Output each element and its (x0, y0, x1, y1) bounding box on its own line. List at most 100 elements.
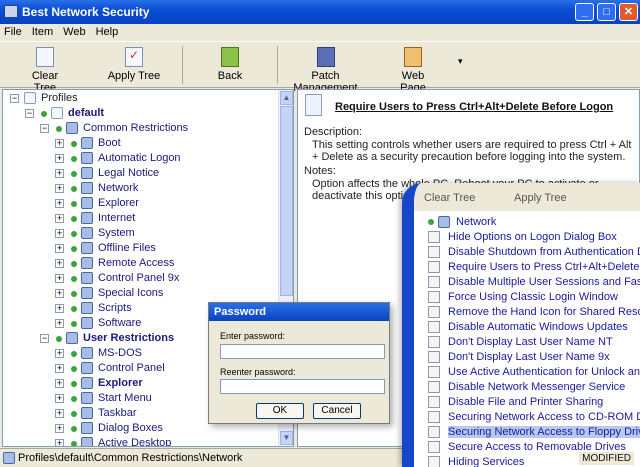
zoomed-apply-tree[interactable]: Apply Tree (514, 192, 567, 204)
checklist-item[interactable]: Disable Automatic Windows Updates (428, 319, 628, 334)
zoomed-clear-tree[interactable]: Clear Tree (424, 192, 475, 204)
expand-icon[interactable]: + (55, 424, 64, 433)
checkbox[interactable] (428, 335, 440, 348)
checkbox[interactable] (428, 305, 440, 318)
expand-icon[interactable]: + (55, 319, 64, 328)
tree-node-label: Start Menu (98, 392, 152, 404)
checkbox[interactable] (428, 350, 440, 363)
checklist-item[interactable]: Disable Network Messenger Service (428, 379, 625, 394)
tree-node[interactable]: + Remote Access (3, 256, 273, 271)
menu-web[interactable]: Web (63, 26, 85, 38)
checkbox[interactable] (428, 455, 440, 467)
checklist-item[interactable]: Disable Multiple User Sessions and Fast … (428, 274, 640, 289)
patch-management-button[interactable]: Patch Management (283, 47, 368, 94)
cancel-button[interactable]: Cancel (313, 403, 361, 419)
expand-icon[interactable]: + (55, 364, 64, 373)
expand-icon[interactable]: + (55, 214, 64, 223)
expand-icon[interactable]: + (55, 379, 64, 388)
menu-file[interactable]: File (4, 26, 22, 38)
minimize-button[interactable]: _ (575, 3, 594, 21)
expand-icon[interactable]: + (55, 409, 64, 418)
checklist-item[interactable]: Don't Display Last User Name 9x (428, 349, 610, 364)
expand-icon[interactable]: + (55, 274, 64, 283)
checklist-item[interactable]: Hiding Services (428, 454, 524, 467)
checklist-item[interactable]: Require Users to Press Ctrl+Alt+Delete B… (428, 259, 640, 274)
close-button[interactable]: ✕ (619, 3, 638, 21)
checkbox[interactable] (428, 425, 440, 438)
scroll-up-button[interactable]: ▲ (280, 91, 293, 105)
setting-title: Require Users to Press Ctrl+Alt+Delete B… (335, 101, 614, 113)
checklist-item[interactable]: Securing Network Access to CD-ROM Drives (428, 409, 640, 424)
tree-node[interactable]: + Network (3, 181, 273, 196)
expand-icon[interactable]: + (55, 394, 64, 403)
tree-node[interactable]: + Active Desktop (3, 436, 273, 446)
expand-icon[interactable]: + (55, 244, 64, 253)
checklist-item[interactable]: Disable Shutdown from Authentication Dia… (428, 244, 640, 259)
expand-icon[interactable]: + (55, 169, 64, 178)
scroll-down-button[interactable]: ▼ (280, 431, 293, 445)
expand-icon[interactable]: + (55, 259, 64, 268)
reenter-password-label: Reenter password: (220, 367, 296, 377)
checkbox[interactable] (428, 245, 440, 258)
expand-icon[interactable]: + (55, 199, 64, 208)
web-page-button[interactable]: Web Page (388, 47, 438, 94)
tree-node-label: User Restrictions (83, 332, 175, 344)
collapse-icon[interactable]: − (40, 124, 49, 133)
tree-node[interactable]: + Explorer (3, 196, 273, 211)
zoomed-network-node[interactable]: Network (428, 214, 496, 229)
toolbar-overflow-chevron-icon[interactable]: ▾ (458, 56, 463, 67)
checkbox[interactable] (428, 275, 440, 288)
checkbox[interactable] (428, 440, 440, 453)
menu-help[interactable]: Help (96, 26, 119, 38)
tree-node[interactable]: + Offline Files (3, 241, 273, 256)
checklist-item[interactable]: Securing Network Access to Floppy Drives (428, 424, 640, 439)
checklist-item[interactable]: Don't Display Last User Name NT (428, 334, 613, 349)
apply-tree-button[interactable]: ✓ Apply Tree (107, 47, 161, 82)
clear-tree-button[interactable]: Clear Tree (20, 47, 70, 94)
back-button[interactable]: Back (210, 47, 250, 82)
checkbox[interactable] (428, 260, 440, 273)
menu-item[interactable]: Item (32, 26, 53, 38)
tree-node[interactable]: − Common Restrictions (3, 121, 273, 136)
tree-node[interactable]: + Special Icons (3, 286, 273, 301)
checkbox[interactable] (428, 230, 440, 243)
reenter-password-input[interactable] (220, 379, 385, 394)
expand-icon[interactable]: + (55, 154, 64, 163)
tree-node[interactable]: − default (3, 106, 273, 121)
checklist-item-label: Hide Options on Logon Dialog Box (448, 230, 617, 243)
scroll-thumb[interactable] (280, 106, 293, 296)
collapse-icon[interactable]: − (10, 94, 19, 103)
tree-node[interactable]: + Control Panel 9x (3, 271, 273, 286)
checkbox[interactable] (428, 290, 440, 303)
enter-password-input[interactable] (220, 344, 385, 359)
collapse-icon[interactable]: − (40, 334, 49, 343)
tree-node[interactable]: − Profiles (3, 91, 273, 106)
checkbox[interactable] (428, 380, 440, 393)
checkbox[interactable] (428, 410, 440, 423)
checklist-item[interactable]: Hide Options on Logon Dialog Box (428, 229, 617, 244)
expand-icon[interactable]: + (55, 184, 64, 193)
tree-node-label: Profiles (41, 92, 78, 104)
tree-node[interactable]: + System (3, 226, 273, 241)
expand-icon[interactable]: + (55, 304, 64, 313)
tree-node[interactable]: + Internet (3, 211, 273, 226)
checkbox[interactable] (428, 395, 440, 408)
checklist-item[interactable]: Remove the Hand Icon for Shared Resource… (428, 304, 640, 319)
expand-icon[interactable]: + (55, 439, 64, 446)
checklist-item[interactable]: Disable File and Printer Sharing (428, 394, 603, 409)
expand-icon[interactable]: + (55, 229, 64, 238)
expand-icon[interactable]: + (55, 349, 64, 358)
expand-icon[interactable]: + (55, 289, 64, 298)
checkbox[interactable] (428, 365, 440, 378)
status-dot-icon (71, 351, 77, 357)
ok-button[interactable]: OK (256, 403, 304, 419)
tree-node[interactable]: + Boot (3, 136, 273, 151)
tree-node[interactable]: + Automatic Logon (3, 151, 273, 166)
expand-icon[interactable]: + (55, 139, 64, 148)
tree-node[interactable]: + Legal Notice (3, 166, 273, 181)
checklist-item[interactable]: Use Active Authentication for Unlock and… (428, 364, 640, 379)
checklist-item[interactable]: Force Using Classic Login Window (428, 289, 618, 304)
maximize-button[interactable]: □ (597, 3, 616, 21)
checkbox[interactable] (428, 320, 440, 333)
collapse-icon[interactable]: − (25, 109, 34, 118)
